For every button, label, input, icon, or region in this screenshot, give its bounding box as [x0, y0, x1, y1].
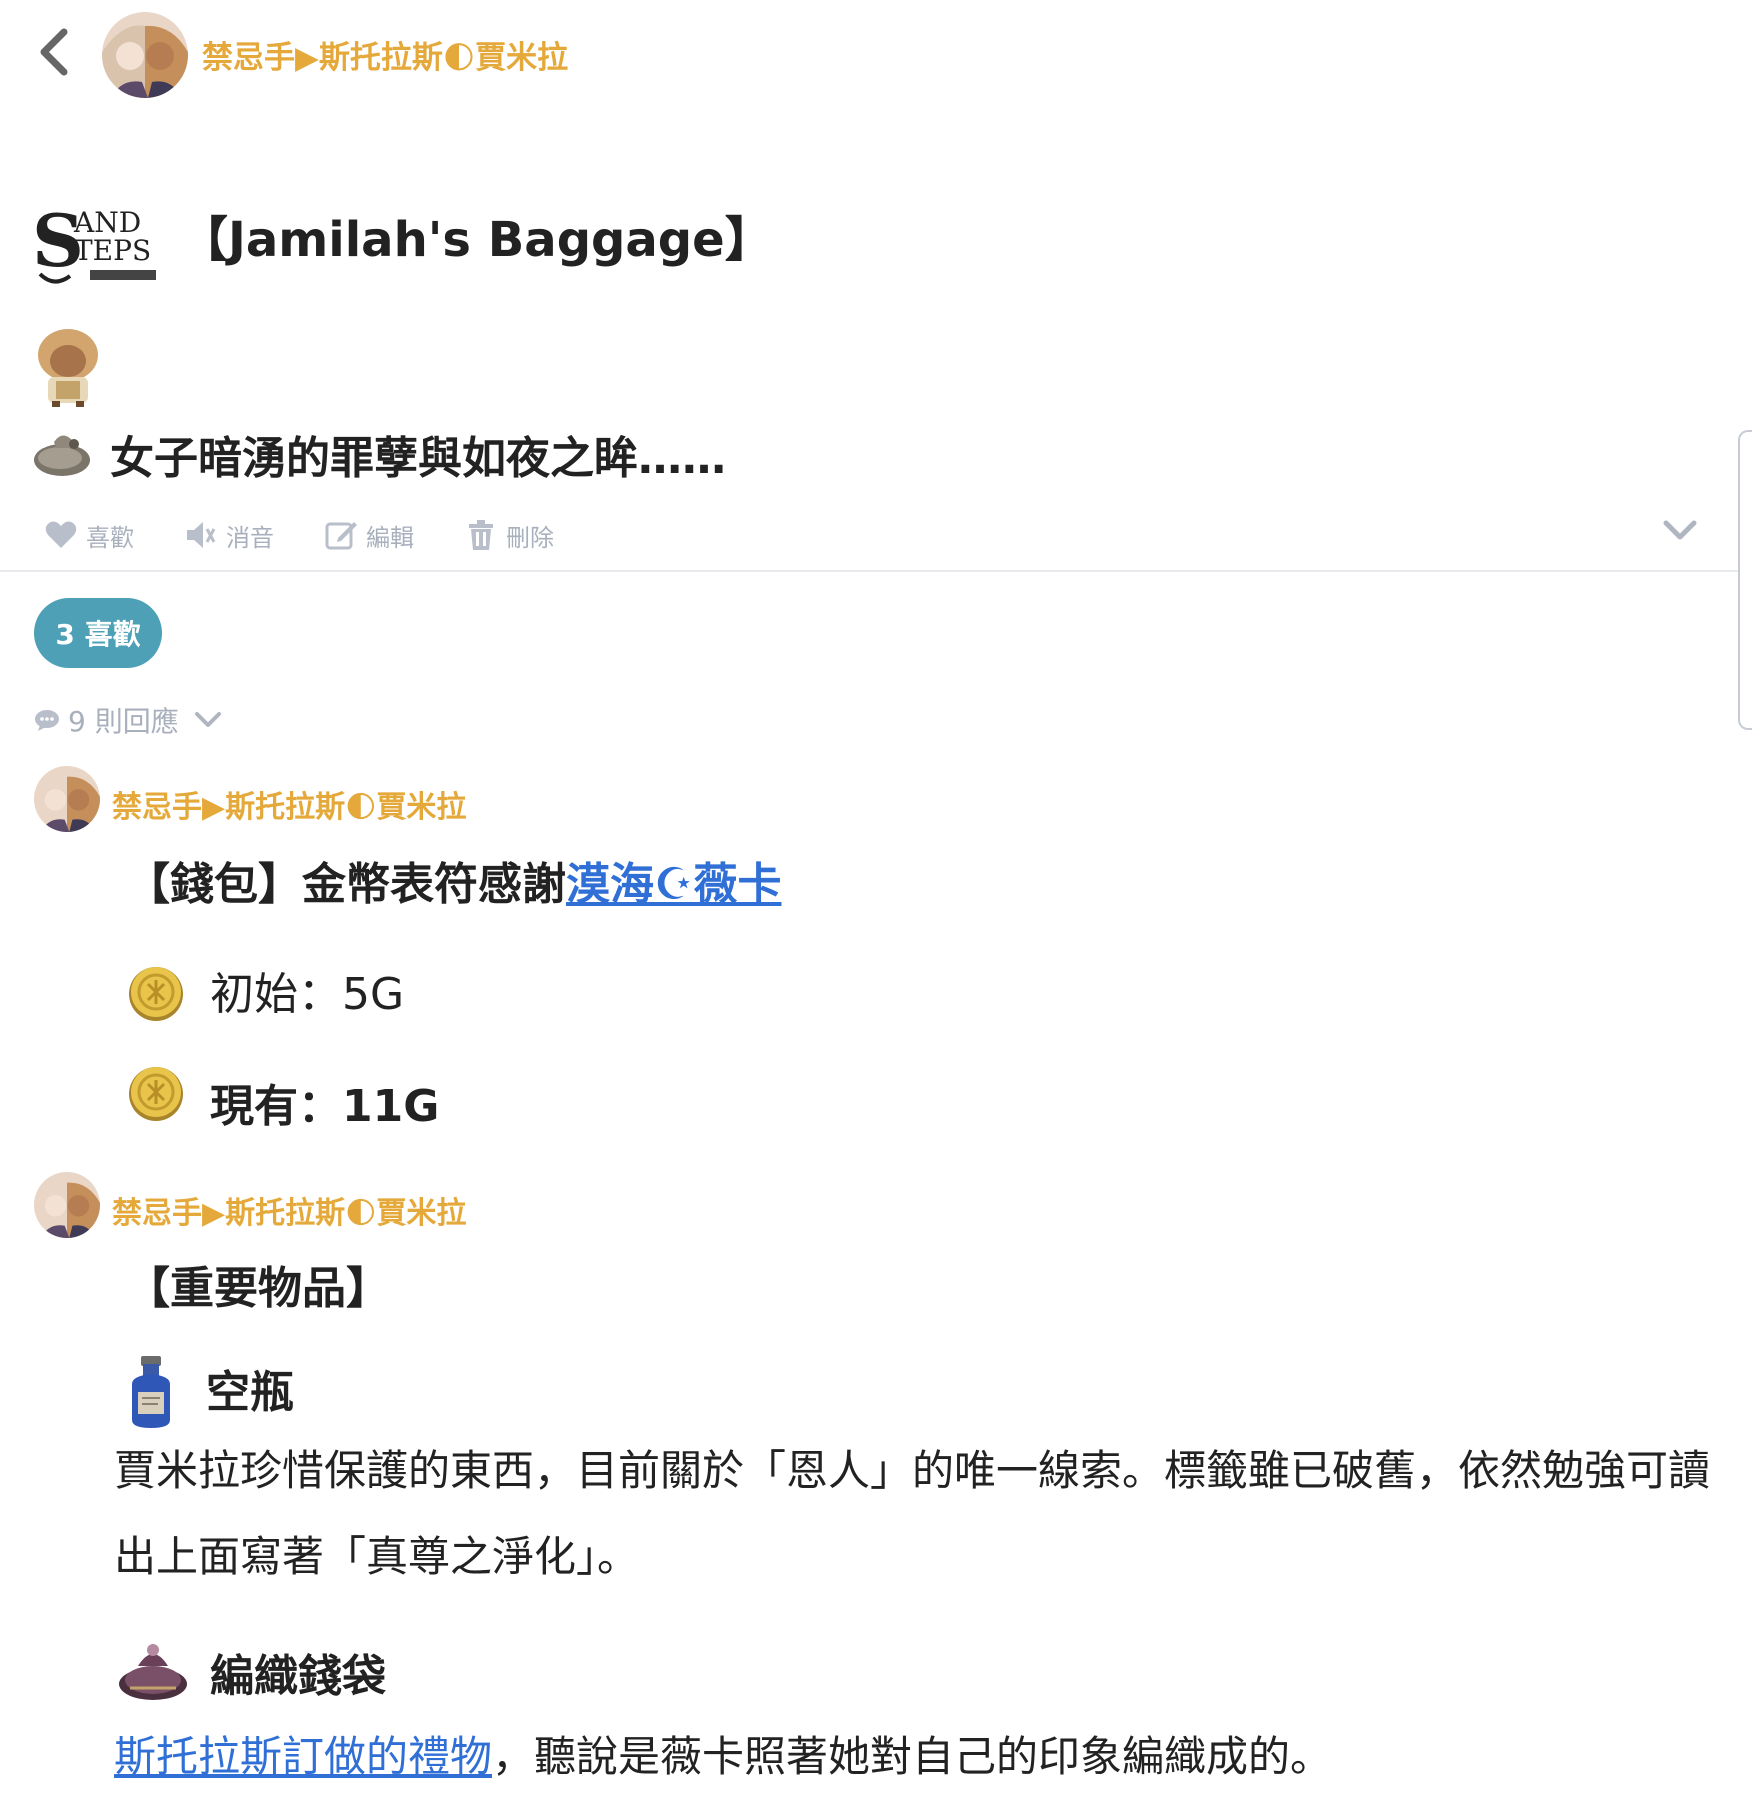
divider — [0, 570, 1740, 572]
character-sprite — [30, 325, 106, 407]
svg-text:TEPS: TEPS — [74, 234, 151, 267]
mute-label: 消音 — [226, 523, 274, 552]
item-description: 斯托拉斯訂做的禮物，聽說是薇卡照著她對自己的印象編織成的。 — [114, 1714, 1714, 1800]
speaker-mute-icon — [187, 522, 216, 548]
important-items-heading: 【重要物品】 — [126, 1263, 390, 1314]
edit-icon — [325, 522, 357, 550]
author-name[interactable]: 禁忌手▶斯托拉斯🌓賈米拉 — [202, 32, 568, 77]
reply-author-name[interactable]: 禁忌手▶斯托拉斯🌓賈米拉 — [112, 782, 466, 826]
delete-button[interactable]: 刪除 — [464, 512, 554, 558]
back-button[interactable] — [30, 22, 80, 82]
bottle-icon — [124, 1354, 178, 1430]
item-name: 空瓶 — [206, 1367, 294, 1418]
woven-purse-icon — [116, 1638, 190, 1702]
gift-link[interactable]: 斯托拉斯訂做的禮物 — [114, 1732, 492, 1781]
item-description-text: ，聽說是薇卡照著她對自己的印象編織成的。 — [492, 1732, 1333, 1781]
chevron-down-icon — [194, 712, 221, 727]
item-name: 編織錢袋 — [210, 1651, 386, 1702]
coin-icon — [126, 1062, 186, 1122]
scrollbar[interactable] — [1738, 430, 1752, 730]
replies-count: 9 則回應 — [68, 705, 179, 738]
reply-author-name[interactable]: 禁忌手▶斯托拉斯🌓賈米拉 — [112, 1188, 466, 1232]
pouch-icon — [30, 424, 94, 478]
chevron-left-icon — [40, 28, 68, 76]
sand-steps-logo: S AND TEPS — [30, 198, 162, 290]
replies-toggle[interactable]: 9 則回應 — [34, 700, 223, 740]
edit-button[interactable]: 編輯 — [324, 512, 414, 558]
mute-button[interactable]: 消音 — [184, 512, 274, 558]
heart-icon — [45, 521, 77, 548]
like-label: 喜歡 — [86, 523, 134, 552]
coin-icon — [126, 962, 186, 1022]
post-subtitle: 女子暗湧的罪孽與如夜之眸…… — [110, 433, 726, 484]
top-bar: 禁忌手▶斯托拉斯🌓賈米拉 — [0, 0, 1752, 110]
wallet-heading-text: 【錢包】金幣表符感謝 — [126, 859, 566, 910]
edit-label: 編輯 — [366, 523, 414, 552]
trash-icon — [469, 520, 493, 550]
like-button[interactable]: 喜歡 — [44, 512, 134, 558]
post-actions: 喜歡 消音 編輯 刪除 — [44, 512, 604, 558]
wallet-current: 現有：11G — [210, 1081, 440, 1132]
likes-count-badge[interactable]: 3 喜歡 — [34, 598, 162, 668]
reply-author-avatar[interactable] — [34, 766, 100, 832]
reply-author-avatar[interactable] — [34, 1172, 100, 1238]
post-title: 【Jamilah's Baggage】 — [180, 212, 773, 268]
wallet-thanks-link[interactable]: 漠海☪薇卡 — [566, 859, 781, 910]
comment-icon — [35, 710, 59, 731]
expand-button[interactable] — [1660, 515, 1700, 545]
wallet-initial: 初始：5G — [210, 969, 405, 1020]
delete-label: 刪除 — [506, 523, 554, 552]
wallet-heading: 【錢包】金幣表符感謝漠海☪薇卡 — [126, 848, 781, 912]
chevron-down-icon — [1663, 520, 1697, 540]
author-avatar[interactable] — [102, 12, 188, 98]
item-description: 賈米拉珍惜保護的東西，目前關於「恩人」的唯一線索。標籤雖已破舊，依然勉強可讀出上… — [114, 1446, 1711, 1581]
